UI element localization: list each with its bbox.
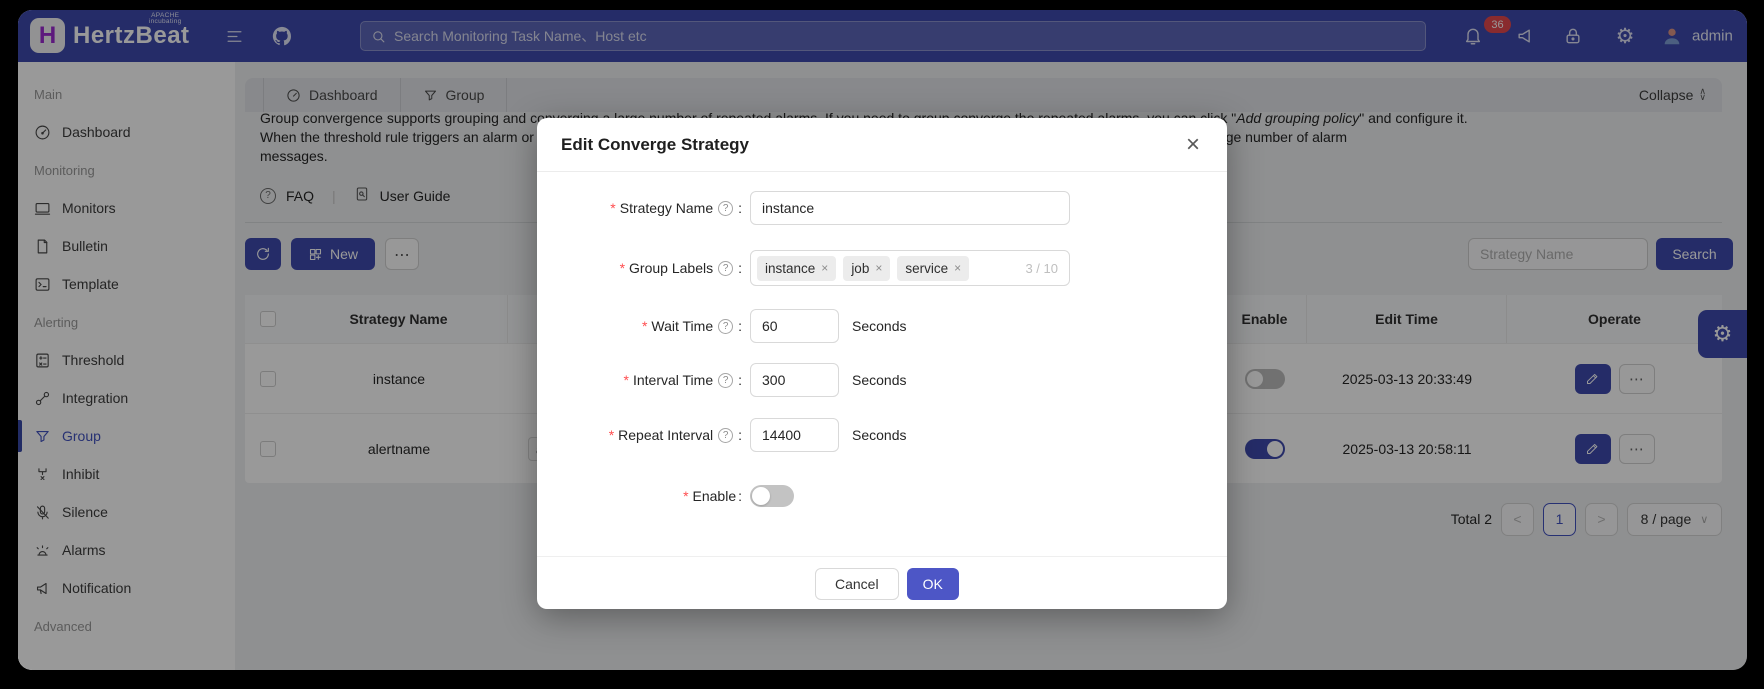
label-tag: service × [897, 256, 969, 281]
help-icon[interactable]: ? [718, 373, 733, 388]
required-asterisk: * [620, 260, 625, 276]
group-labels-field: * Group Labels ? : instance × job × serv… [561, 250, 1203, 286]
required-asterisk: * [683, 488, 688, 504]
unit-label: Seconds [852, 372, 906, 388]
modal-footer: Cancel OK [815, 568, 959, 600]
help-icon[interactable]: ? [718, 319, 733, 334]
required-asterisk: * [609, 427, 614, 443]
repeat-interval-field: * Repeat Interval ? : Seconds [561, 417, 1203, 453]
modal-title: Edit Converge Strategy [561, 135, 749, 155]
label-tag: job × [843, 256, 890, 281]
group-labels-select[interactable]: instance × job × service × 3 / 10 [750, 250, 1070, 286]
required-asterisk: * [642, 318, 647, 334]
modal-footer-divider [537, 556, 1227, 557]
enable-toggle[interactable] [750, 485, 794, 507]
remove-tag-icon[interactable]: × [875, 261, 882, 275]
tag-counter: 3 / 10 [1025, 261, 1058, 276]
enable-field: * Enable : [561, 478, 1203, 514]
label-tag: instance × [757, 256, 836, 281]
wait-time-field: * Wait Time ? : Seconds [561, 308, 1203, 344]
unit-label: Seconds [852, 427, 906, 443]
strategy-name-field: * Strategy Name ? : [561, 190, 1203, 226]
interval-time-input[interactable] [750, 363, 839, 397]
remove-tag-icon[interactable]: × [954, 261, 961, 275]
help-icon[interactable]: ? [718, 428, 733, 443]
strategy-name-input[interactable] [750, 191, 1070, 225]
repeat-interval-input[interactable] [750, 418, 839, 452]
interval-time-field: * Interval Time ? : Seconds [561, 362, 1203, 398]
wait-time-input[interactable] [750, 309, 839, 343]
help-icon[interactable]: ? [718, 261, 733, 276]
remove-tag-icon[interactable]: × [821, 261, 828, 275]
cancel-button[interactable]: Cancel [815, 568, 899, 600]
close-icon[interactable]: × [1179, 131, 1207, 159]
help-icon[interactable]: ? [718, 201, 733, 216]
required-asterisk: * [624, 372, 629, 388]
app-window: H HertzBeat APACHE incubating 36 [18, 10, 1747, 670]
modal-header: Edit Converge Strategy × [537, 118, 1227, 172]
required-asterisk: * [610, 200, 615, 216]
ok-button[interactable]: OK [907, 568, 959, 600]
edit-converge-strategy-modal: Edit Converge Strategy × * Strategy Name… [537, 118, 1227, 609]
unit-label: Seconds [852, 318, 906, 334]
